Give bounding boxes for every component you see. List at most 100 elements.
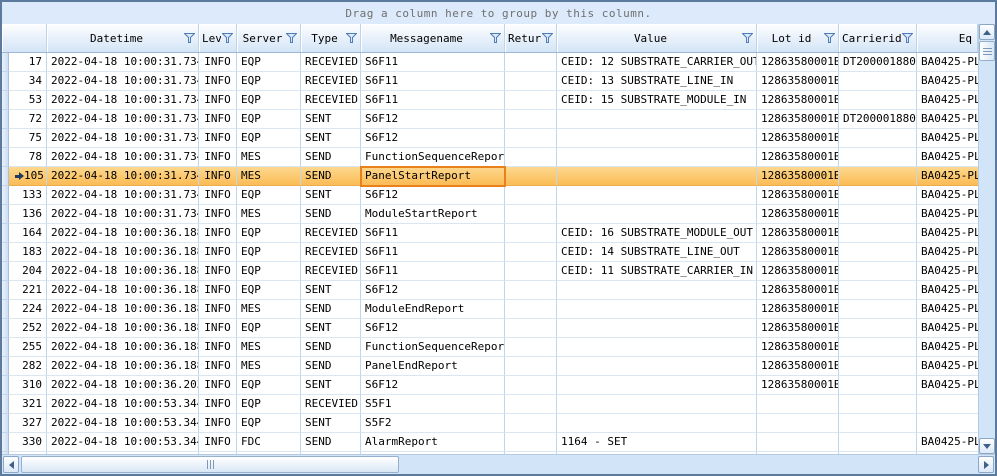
- cell-type[interactable]: SEND: [301, 338, 361, 357]
- cell-messagename[interactable]: ModuleStartReport: [361, 205, 505, 224]
- cell-server[interactable]: EQP: [237, 281, 301, 300]
- row-indicator[interactable]: [2, 414, 9, 433]
- cell-eq[interactable]: BA0425-PLA: [917, 433, 978, 452]
- row-indicator[interactable]: [2, 167, 9, 186]
- row-indicator[interactable]: [2, 205, 9, 224]
- row-indicator[interactable]: [2, 376, 9, 395]
- column-header-value[interactable]: Value: [557, 24, 757, 52]
- cell-datetime[interactable]: 2022-04-18 10:00:36.188: [47, 319, 199, 338]
- table-row[interactable]: 3302022-04-18 10:00:53.344INFOFDCSENDAla…: [2, 433, 978, 452]
- cell-value[interactable]: [557, 395, 757, 414]
- cell-carrierid[interactable]: [839, 319, 917, 338]
- row-indicator[interactable]: [2, 319, 9, 338]
- cell-eq[interactable]: BA0425-PLA: [917, 129, 978, 148]
- cell-return[interactable]: [505, 319, 557, 338]
- cell-type[interactable]: RECEVIED: [301, 91, 361, 110]
- cell-lotid[interactable]: 12863580001B: [757, 319, 839, 338]
- cell-datetime[interactable]: 2022-04-18 10:00:31.734: [47, 72, 199, 91]
- cell-value[interactable]: [557, 338, 757, 357]
- cell-server[interactable]: EQP: [237, 262, 301, 281]
- cell-server[interactable]: MES: [237, 357, 301, 376]
- cell-type[interactable]: RECEVIED: [301, 53, 361, 72]
- cell-carrierid[interactable]: [839, 281, 917, 300]
- cell-messagename[interactable]: S6F12: [361, 186, 505, 205]
- cell-lotid[interactable]: 12863580001B: [757, 243, 839, 262]
- row-indicator[interactable]: [2, 186, 9, 205]
- cell-messagename[interactable]: FunctionSequenceReport: [361, 338, 505, 357]
- cell-level[interactable]: INFO: [199, 148, 237, 167]
- cell-value[interactable]: CEID: 11 SUBSTRATE_CARRIER_IN: [557, 262, 757, 281]
- cell-eq[interactable]: BA0425-PLA: [917, 262, 978, 281]
- filter-icon[interactable]: [222, 33, 233, 43]
- table-row[interactable]: 1362022-04-18 10:00:31.734INFOMESSENDMod…: [2, 205, 978, 224]
- cell-return[interactable]: [505, 414, 557, 433]
- table-row[interactable]: 3272022-04-18 10:00:53.344INFOEQPSENTS5F…: [2, 414, 978, 433]
- horizontal-scrollbar-track[interactable]: [19, 456, 978, 473]
- cell-value[interactable]: [557, 110, 757, 129]
- cell-value[interactable]: [557, 300, 757, 319]
- cell-server[interactable]: MES: [237, 300, 301, 319]
- row-indicator[interactable]: [2, 395, 9, 414]
- row-indicator[interactable]: [2, 433, 9, 452]
- cell-lotid[interactable]: 12863580001B: [757, 300, 839, 319]
- cell-value[interactable]: [557, 376, 757, 395]
- cell-eq[interactable]: BA0425-PLA: [917, 53, 978, 72]
- cell-value[interactable]: CEID: 12 SUBSTRATE_CARRIER_OUT: [557, 53, 757, 72]
- cell-value[interactable]: [557, 186, 757, 205]
- horizontal-scrollbar[interactable]: [2, 454, 995, 474]
- cell-server[interactable]: EQP: [237, 110, 301, 129]
- cell-messagename[interactable]: S6F12: [361, 281, 505, 300]
- cell-eq[interactable]: [917, 395, 978, 414]
- cell-eq[interactable]: BA0425-PLA: [917, 91, 978, 110]
- cell-messagename[interactable]: S6F11: [361, 224, 505, 243]
- cell-value[interactable]: CEID: 14 SUBSTRATE_LINE_OUT: [557, 243, 757, 262]
- cell-type[interactable]: SENT: [301, 414, 361, 433]
- scroll-right-button[interactable]: [978, 456, 994, 473]
- cell-carrierid[interactable]: [839, 148, 917, 167]
- cell-no[interactable]: 164: [9, 224, 47, 243]
- scroll-up-button[interactable]: [979, 24, 995, 40]
- cell-datetime[interactable]: 2022-04-18 10:00:31.734: [47, 167, 199, 186]
- cell-server[interactable]: EQP: [237, 414, 301, 433]
- cell-messagename[interactable]: S5F1: [361, 395, 505, 414]
- cell-messagename[interactable]: PanelStartReport: [361, 167, 505, 186]
- cell-level[interactable]: INFO: [199, 262, 237, 281]
- cell-type[interactable]: SENT: [301, 319, 361, 338]
- cell-level[interactable]: INFO: [199, 281, 237, 300]
- cell-messagename[interactable]: S6F12: [361, 376, 505, 395]
- table-row[interactable]: 1332022-04-18 10:00:31.734INFOEQPSENTS6F…: [2, 186, 978, 205]
- filter-icon[interactable]: [490, 33, 501, 43]
- cell-lotid[interactable]: 12863580001B: [757, 357, 839, 376]
- row-indicator[interactable]: [2, 53, 9, 72]
- cell-datetime[interactable]: 2022-04-18 10:00:36.188: [47, 300, 199, 319]
- cell-no[interactable]: 136: [9, 205, 47, 224]
- column-header-server[interactable]: Server: [237, 24, 301, 52]
- table-row[interactable]: 2822022-04-18 10:00:36.188INFOMESSENDPan…: [2, 357, 978, 376]
- row-indicator[interactable]: [2, 148, 9, 167]
- cell-no[interactable]: 327: [9, 414, 47, 433]
- cell-server[interactable]: EQP: [237, 129, 301, 148]
- filter-icon[interactable]: [184, 33, 195, 43]
- cell-return[interactable]: [505, 357, 557, 376]
- cell-value[interactable]: [557, 148, 757, 167]
- row-indicator[interactable]: [2, 262, 9, 281]
- cell-messagename[interactable]: S6F11: [361, 72, 505, 91]
- table-row[interactable]: 2522022-04-18 10:00:36.188INFOEQPSENTS6F…: [2, 319, 978, 338]
- cell-level[interactable]: INFO: [199, 205, 237, 224]
- column-header-carrierid[interactable]: Carrierid: [839, 24, 917, 52]
- cell-no[interactable]: 204: [9, 262, 47, 281]
- cell-type[interactable]: SEND: [301, 167, 361, 186]
- cell-type[interactable]: SENT: [301, 281, 361, 300]
- cell-no[interactable]: 255: [9, 338, 47, 357]
- cell-carrierid[interactable]: DT200001880: [839, 110, 917, 129]
- table-row[interactable]: 342022-04-18 10:00:31.734INFOEQPRECEVIED…: [2, 72, 978, 91]
- cell-eq[interactable]: BA0425-PLA: [917, 167, 978, 186]
- cell-type[interactable]: RECEVIED: [301, 72, 361, 91]
- horizontal-scrollbar-thumb[interactable]: [21, 456, 399, 473]
- cell-type[interactable]: SENT: [301, 110, 361, 129]
- column-header-messagename[interactable]: Messagename: [361, 24, 505, 52]
- column-header-no[interactable]: [2, 24, 47, 52]
- row-indicator[interactable]: [2, 72, 9, 91]
- cell-carrierid[interactable]: [839, 414, 917, 433]
- cell-carrierid[interactable]: [839, 433, 917, 452]
